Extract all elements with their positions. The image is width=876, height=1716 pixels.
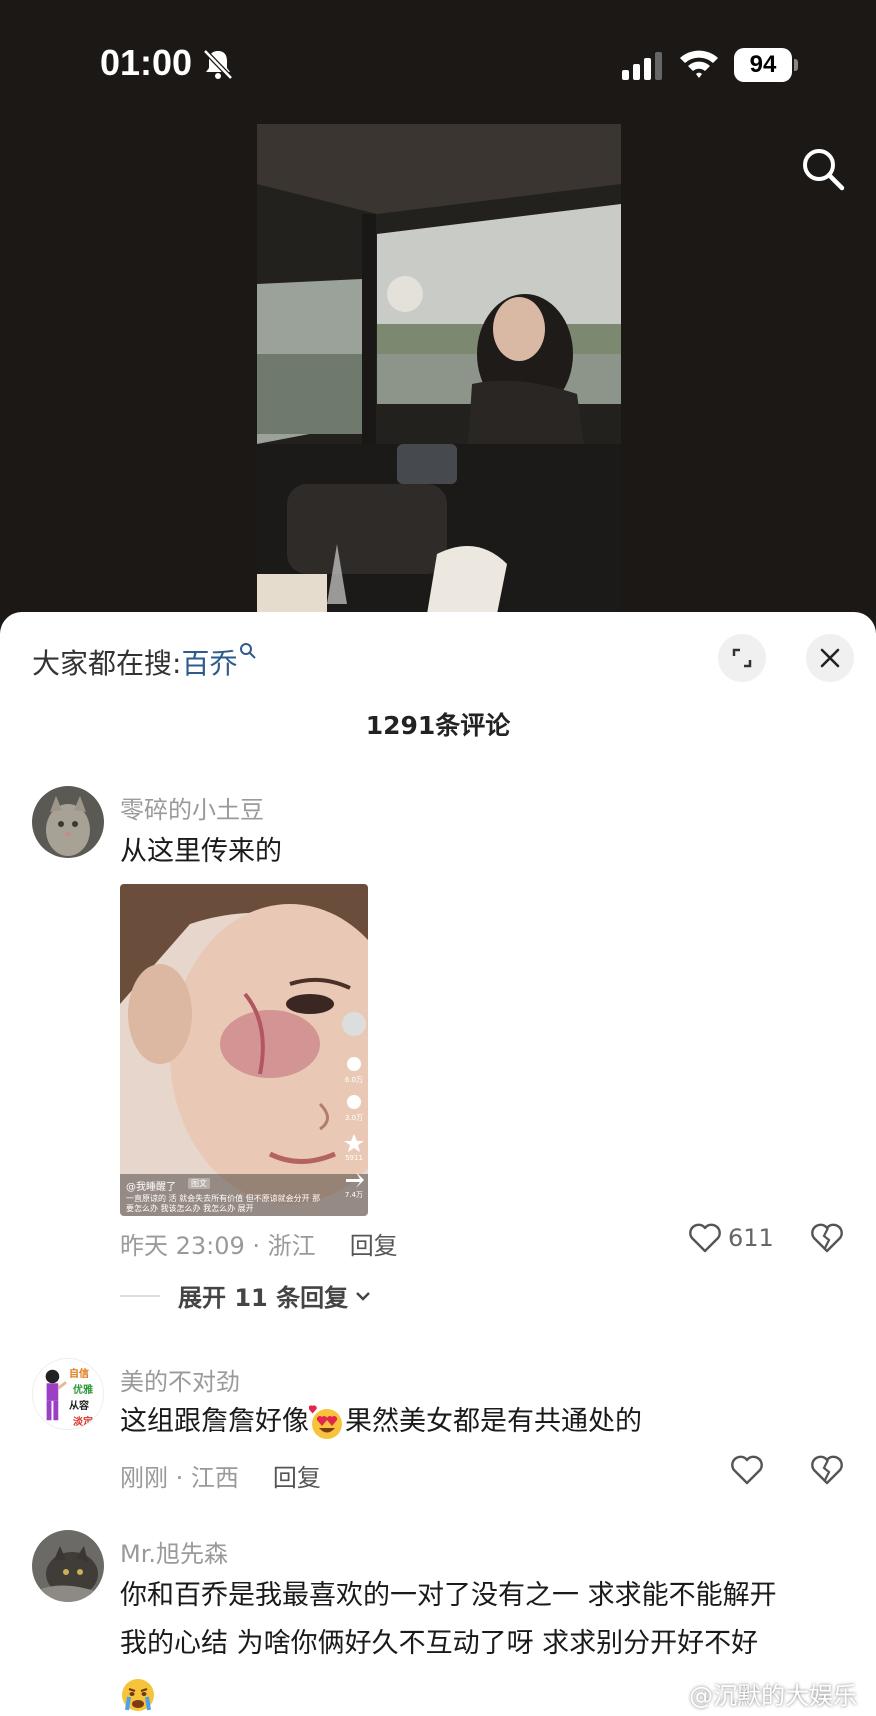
avatar-text-1: 自信: [69, 1369, 89, 1380]
battery-icon: 94: [734, 48, 798, 82]
expand-replies-button[interactable]: 展开 11 条回复: [120, 1278, 372, 1313]
comment-time-location: 昨天 23:09 · 浙江: [120, 1232, 316, 1260]
avatar-text-2: 优雅: [73, 1385, 93, 1396]
comment-text-line: 你和百乔是我最喜欢的一对了没有之一 求求能不能解开: [120, 1580, 777, 1611]
like-button[interactable]: 611: [688, 1222, 774, 1254]
hot-search-keyword[interactable]: 百乔: [181, 647, 237, 680]
battery-level: 94: [734, 48, 792, 82]
expand-replies-label: 展开 11 条回复: [178, 1284, 349, 1312]
comment-text: 从这里传来的: [120, 836, 282, 867]
expand-icon: [732, 648, 752, 668]
crying-face-emoji-icon: [122, 1678, 154, 1711]
embedded-tag: 图文: [188, 1178, 210, 1189]
avatar-text-4: 淡定: [73, 1417, 93, 1428]
dislike-heart-icon: [811, 1455, 843, 1485]
comment-meta: 刚刚 · 江西 回复: [120, 1458, 321, 1493]
comment-username[interactable]: Mr.旭先森: [120, 1534, 228, 1569]
heart-eyes-emoji-icon: [309, 1404, 342, 1439]
like-count: 611: [728, 1224, 774, 1252]
weibo-logo-icon: [650, 1701, 682, 1716]
post-photo[interactable]: [257, 124, 621, 614]
like-button[interactable]: [730, 1454, 764, 1486]
watermark: @沉默的大娱乐家: [650, 1676, 876, 1716]
avatar[interactable]: 自信 优雅 从容 淡定: [32, 1358, 104, 1430]
bell-muted-icon: [203, 49, 233, 80]
embedded-handle: @我睡醒了: [126, 1182, 176, 1193]
wifi-icon: [680, 50, 718, 78]
comment-text-part: 这组跟詹詹好像: [120, 1406, 309, 1437]
avatar[interactable]: [32, 1530, 104, 1602]
embedded-caption: 一直原谅的 活 就会失去所有价值 但不原谅就会分开 那要怎么办 我该怎么办 我怎…: [126, 1194, 321, 1213]
comment-count: 1291条评论: [365, 711, 511, 740]
embedded-count-comment: 3.0万: [344, 1114, 364, 1122]
reply-button[interactable]: 回复: [350, 1232, 398, 1260]
close-icon: [820, 648, 840, 668]
comment-text: 这组跟詹詹好像 果然美女都是有共通处的: [120, 1398, 642, 1446]
avatar-text-3: 从容: [69, 1401, 89, 1412]
embedded-count-fav: 5911: [345, 1154, 363, 1162]
hot-search-bar[interactable]: 大家都在搜:百乔: [32, 642, 257, 682]
comment-username[interactable]: 零碎的小土豆: [120, 790, 264, 825]
comment-text-part: 果然美女都是有共通处的: [345, 1406, 642, 1437]
comment-text-line: 我的心结 为啥你俩好久不互动了呀 求求别分开好不好: [120, 1628, 759, 1659]
comment-time-location: 刚刚 · 江西: [120, 1464, 239, 1492]
comment-meta: 昨天 23:09 · 浙江 回复: [120, 1226, 398, 1261]
expand-button[interactable]: [718, 634, 766, 682]
status-time: 01:00: [100, 42, 193, 83]
avatar[interactable]: [32, 786, 104, 858]
dislike-button[interactable]: [810, 1454, 844, 1486]
embedded-count-like: 6.0万: [344, 1076, 364, 1084]
dislike-button[interactable]: [810, 1222, 844, 1254]
close-button[interactable]: [806, 634, 854, 682]
chevron-down-icon: [356, 1291, 370, 1301]
signal-icon: [622, 52, 662, 80]
embedded-count-share: 7.4万: [344, 1191, 364, 1199]
reply-button[interactable]: 回复: [273, 1464, 321, 1492]
comment-username[interactable]: 美的不对劲: [120, 1362, 240, 1397]
small-search-icon: [240, 643, 257, 659]
comment-image[interactable]: @我睡醒了 图文 一直原谅的 活 就会失去所有价值 但不原谅就会分开 那要怎么办…: [120, 884, 368, 1216]
hot-search-label: 大家都在搜:: [32, 647, 182, 680]
dislike-heart-icon: [811, 1223, 843, 1253]
heart-icon: [731, 1455, 763, 1485]
watermark-text: @沉默的大娱乐家: [689, 1682, 858, 1710]
heart-icon: [689, 1223, 721, 1253]
status-bar: 01:00 94: [0, 0, 876, 130]
search-icon[interactable]: [800, 146, 846, 192]
